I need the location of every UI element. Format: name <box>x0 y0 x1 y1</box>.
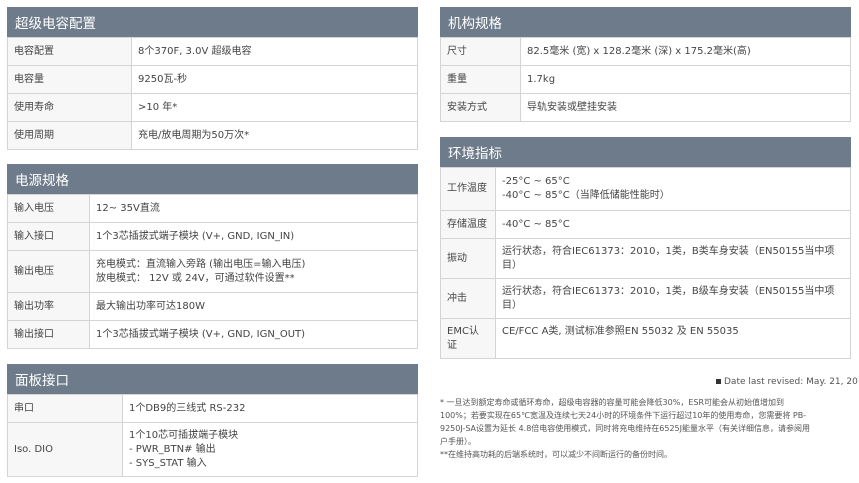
row-value: 1个10芯可插拔端子模块 - PWR_BTN# 输出 - SYS_STAT 输入 <box>122 422 418 477</box>
section-title: 面板接口 <box>7 364 418 394</box>
table-row: Iso. DIO 1个10芯可插拔端子模块 - PWR_BTN# 输出 - SYS_S… <box>7 422 418 477</box>
table-row: EMC认证 CE/FCC A类, 测试标准参照EN 55032 及 EN 5503… <box>440 318 851 359</box>
row-value: >10 年* <box>131 93 418 122</box>
row-label: 输入接口 <box>7 222 90 251</box>
row-label: 使用寿命 <box>7 93 132 122</box>
row-value: 1.7kg <box>520 65 851 94</box>
spec-table: 尺寸 82.5毫米 (宽) x 128.2毫米 (深) x 175.2毫米(高) … <box>440 37 851 122</box>
value-line: -25°C ~ 65°C <box>502 176 570 187</box>
row-label: Iso. DIO <box>7 422 123 477</box>
row-label: 工作温度 <box>440 167 496 211</box>
label-line: 证 <box>447 339 457 351</box>
footnote-line: **在维持高功耗的后端系统时，可以减少不间断运行的备份时间。 <box>440 450 672 459</box>
panel-section: 面板接口 串口 1个DB9的三线式 RS-232 Iso. DIO 1个10芯可插拔… <box>7 364 418 477</box>
row-value: 运行状态，符合IEC61373：2010，1类，B级车身安装（EN50155当中… <box>495 278 851 319</box>
row-label: 输出功率 <box>7 292 90 321</box>
section-title: 环境指标 <box>440 137 851 167</box>
row-value: 导轨安装或壁挂安装 <box>520 93 851 122</box>
footnote-line: 9250J-SA设置为延长 4.8倍电容使用模式，同时将充电维持在6525J能量… <box>440 424 810 433</box>
row-value: 9250瓦-秒 <box>131 65 418 94</box>
row-label: 串口 <box>7 394 123 423</box>
spec-table: 工作温度 -25°C ~ 65°C -40°C ~ 85°C（当降低储能性能时） 存… <box>440 167 851 359</box>
row-value: 12~ 35V直流 <box>89 194 418 223</box>
row-label: 电容量 <box>7 65 132 94</box>
row-label: 重量 <box>440 65 521 94</box>
date-revised-text: Date last revised: May. 21, 2019 <box>724 377 859 387</box>
row-label: 存储温度 <box>440 210 496 239</box>
row-value: 1个3芯插拔式端子模块 (V+, GND, IGN_OUT) <box>89 320 418 349</box>
value-line: - SYS_STAT 输入 <box>129 457 207 469</box>
power-section: 电源规格 输入电压 12~ 35V直流 输入接口 1个3芯插拔式端子模块 (V+, … <box>7 164 418 349</box>
footnotes: * 一旦达到额定寿命或循环寿命，超级电容器的容量可能会降低30%，ESR可能会从… <box>440 396 856 461</box>
mech-section: 机构规格 尺寸 82.5毫米 (宽) x 128.2毫米 (深) x 175.2毫… <box>440 7 851 122</box>
row-value: 1个3芯插拔式端子模块 (V+, GND, IGN_IN) <box>89 222 418 251</box>
value-line: -40°C ~ 85°C（当降低储能性能时） <box>502 190 670 201</box>
table-row: 电容量 9250瓦-秒 <box>7 65 418 94</box>
table-row: 输出电压 充电模式：直流输入旁路 (输出电压=输入电压) 放电模式： 12V 或 2… <box>7 250 418 293</box>
row-label: 电容配置 <box>7 37 132 66</box>
spec-table: 输入电压 12~ 35V直流 输入接口 1个3芯插拔式端子模块 (V+, GND, … <box>7 194 418 349</box>
table-row: 使用寿命 >10 年* <box>7 93 418 122</box>
footnote-line: 100%；若要实现在65℃宽温及连续七天24小时的环境条件下运行超过10年的使用… <box>440 411 807 420</box>
bullet-square-icon <box>716 379 721 384</box>
row-label: 输入电压 <box>7 194 90 223</box>
supercap-section: 超级电容配置 电容配置 8个370F, 3.0V 超级电容 电容量 9250瓦-秒 … <box>7 7 418 150</box>
table-row: 安装方式 导轨安装或壁挂安装 <box>440 93 851 122</box>
row-value: 充电/放电周期为50万次* <box>131 121 418 150</box>
table-row: 尺寸 82.5毫米 (宽) x 128.2毫米 (深) x 175.2毫米(高) <box>440 37 851 66</box>
row-value: 最大输出功率可达180W <box>89 292 418 321</box>
section-title: 机构规格 <box>440 7 851 37</box>
row-value: 充电模式：直流输入旁路 (输出电压=输入电压) 放电模式： 12V 或 24V，可… <box>89 250 418 293</box>
table-row: 重量 1.7kg <box>440 65 851 94</box>
row-label: 安装方式 <box>440 93 521 122</box>
value-line: 1个10芯可插拔端子模块 <box>129 429 239 441</box>
date-revised: Date last revised: May. 21, 2019 <box>716 377 859 387</box>
table-row: 振动 运行状态，符合IEC61373：2010，1类，B类车身安装（EN50155… <box>440 238 851 279</box>
table-row: 电容配置 8个370F, 3.0V 超级电容 <box>7 37 418 66</box>
spec-table: 电容配置 8个370F, 3.0V 超级电容 电容量 9250瓦-秒 使用寿命 >10… <box>7 37 418 150</box>
value-line: 运行状态，符合IEC61373：2010，1类，B级车身安装（EN50155当中… <box>502 285 835 297</box>
table-row: 存储温度 -40°C ~ 85°C <box>440 210 851 239</box>
table-row: 输出接口 1个3芯插拔式端子模块 (V+, GND, IGN_OUT) <box>7 320 418 349</box>
row-value: -40°C ~ 85°C <box>495 210 851 239</box>
env-section: 环境指标 工作温度 -25°C ~ 65°C -40°C ~ 85°C（当降低储能性… <box>440 137 851 359</box>
table-row: 输入电压 12~ 35V直流 <box>7 194 418 223</box>
row-label: 尺寸 <box>440 37 521 66</box>
row-value: 82.5毫米 (宽) x 128.2毫米 (深) x 175.2毫米(高) <box>520 37 851 66</box>
value-line: 目） <box>502 299 522 311</box>
footnote-line: 户手册）。 <box>440 437 476 446</box>
section-title: 超级电容配置 <box>7 7 418 37</box>
table-row: 冲击 运行状态，符合IEC61373：2010，1类，B级车身安装（EN50155… <box>440 278 851 319</box>
row-value: -25°C ~ 65°C -40°C ~ 85°C（当降低储能性能时） <box>495 167 851 211</box>
table-row: 输出功率 最大输出功率可达180W <box>7 292 418 321</box>
section-title: 电源规格 <box>7 164 418 194</box>
footnote-line: * 一旦达到额定寿命或循环寿命，超级电容器的容量可能会降低30%，ESR可能会从… <box>440 398 785 407</box>
row-value: CE/FCC A类, 测试标准参照EN 55032 及 EN 55035 <box>495 318 851 359</box>
value-line: 充电模式：直流输入旁路 (输出电压=输入电压) <box>96 258 306 270</box>
table-row: 串口 1个DB9的三线式 RS-232 <box>7 394 418 423</box>
value-line: - PWR_BTN# 输出 <box>129 443 216 455</box>
value-line: 目） <box>502 259 522 271</box>
table-row: 使用周期 充电/放电周期为50万次* <box>7 121 418 150</box>
row-label: 振动 <box>440 238 496 279</box>
row-value: 1个DB9的三线式 RS-232 <box>122 394 418 423</box>
value-line: 放电模式： 12V 或 24V，可通过软件设置** <box>96 272 295 284</box>
row-label: 输出电压 <box>7 250 90 293</box>
row-value: 8个370F, 3.0V 超级电容 <box>131 37 418 66</box>
spec-table: 串口 1个DB9的三线式 RS-232 Iso. DIO 1个10芯可插拔端子模块 -… <box>7 394 418 477</box>
value-line: 运行状态，符合IEC61373：2010，1类，B类车身安装（EN50155当中… <box>502 245 835 257</box>
label-line: EMC认 <box>447 325 479 337</box>
row-label: 输出接口 <box>7 320 90 349</box>
row-label: EMC认证 <box>440 318 496 359</box>
row-value: 运行状态，符合IEC61373：2010，1类，B类车身安装（EN50155当中… <box>495 238 851 279</box>
table-row: 输入接口 1个3芯插拔式端子模块 (V+, GND, IGN_IN) <box>7 222 418 251</box>
row-label: 冲击 <box>440 278 496 319</box>
table-row: 工作温度 -25°C ~ 65°C -40°C ~ 85°C（当降低储能性能时） <box>440 167 851 211</box>
row-label: 使用周期 <box>7 121 132 150</box>
